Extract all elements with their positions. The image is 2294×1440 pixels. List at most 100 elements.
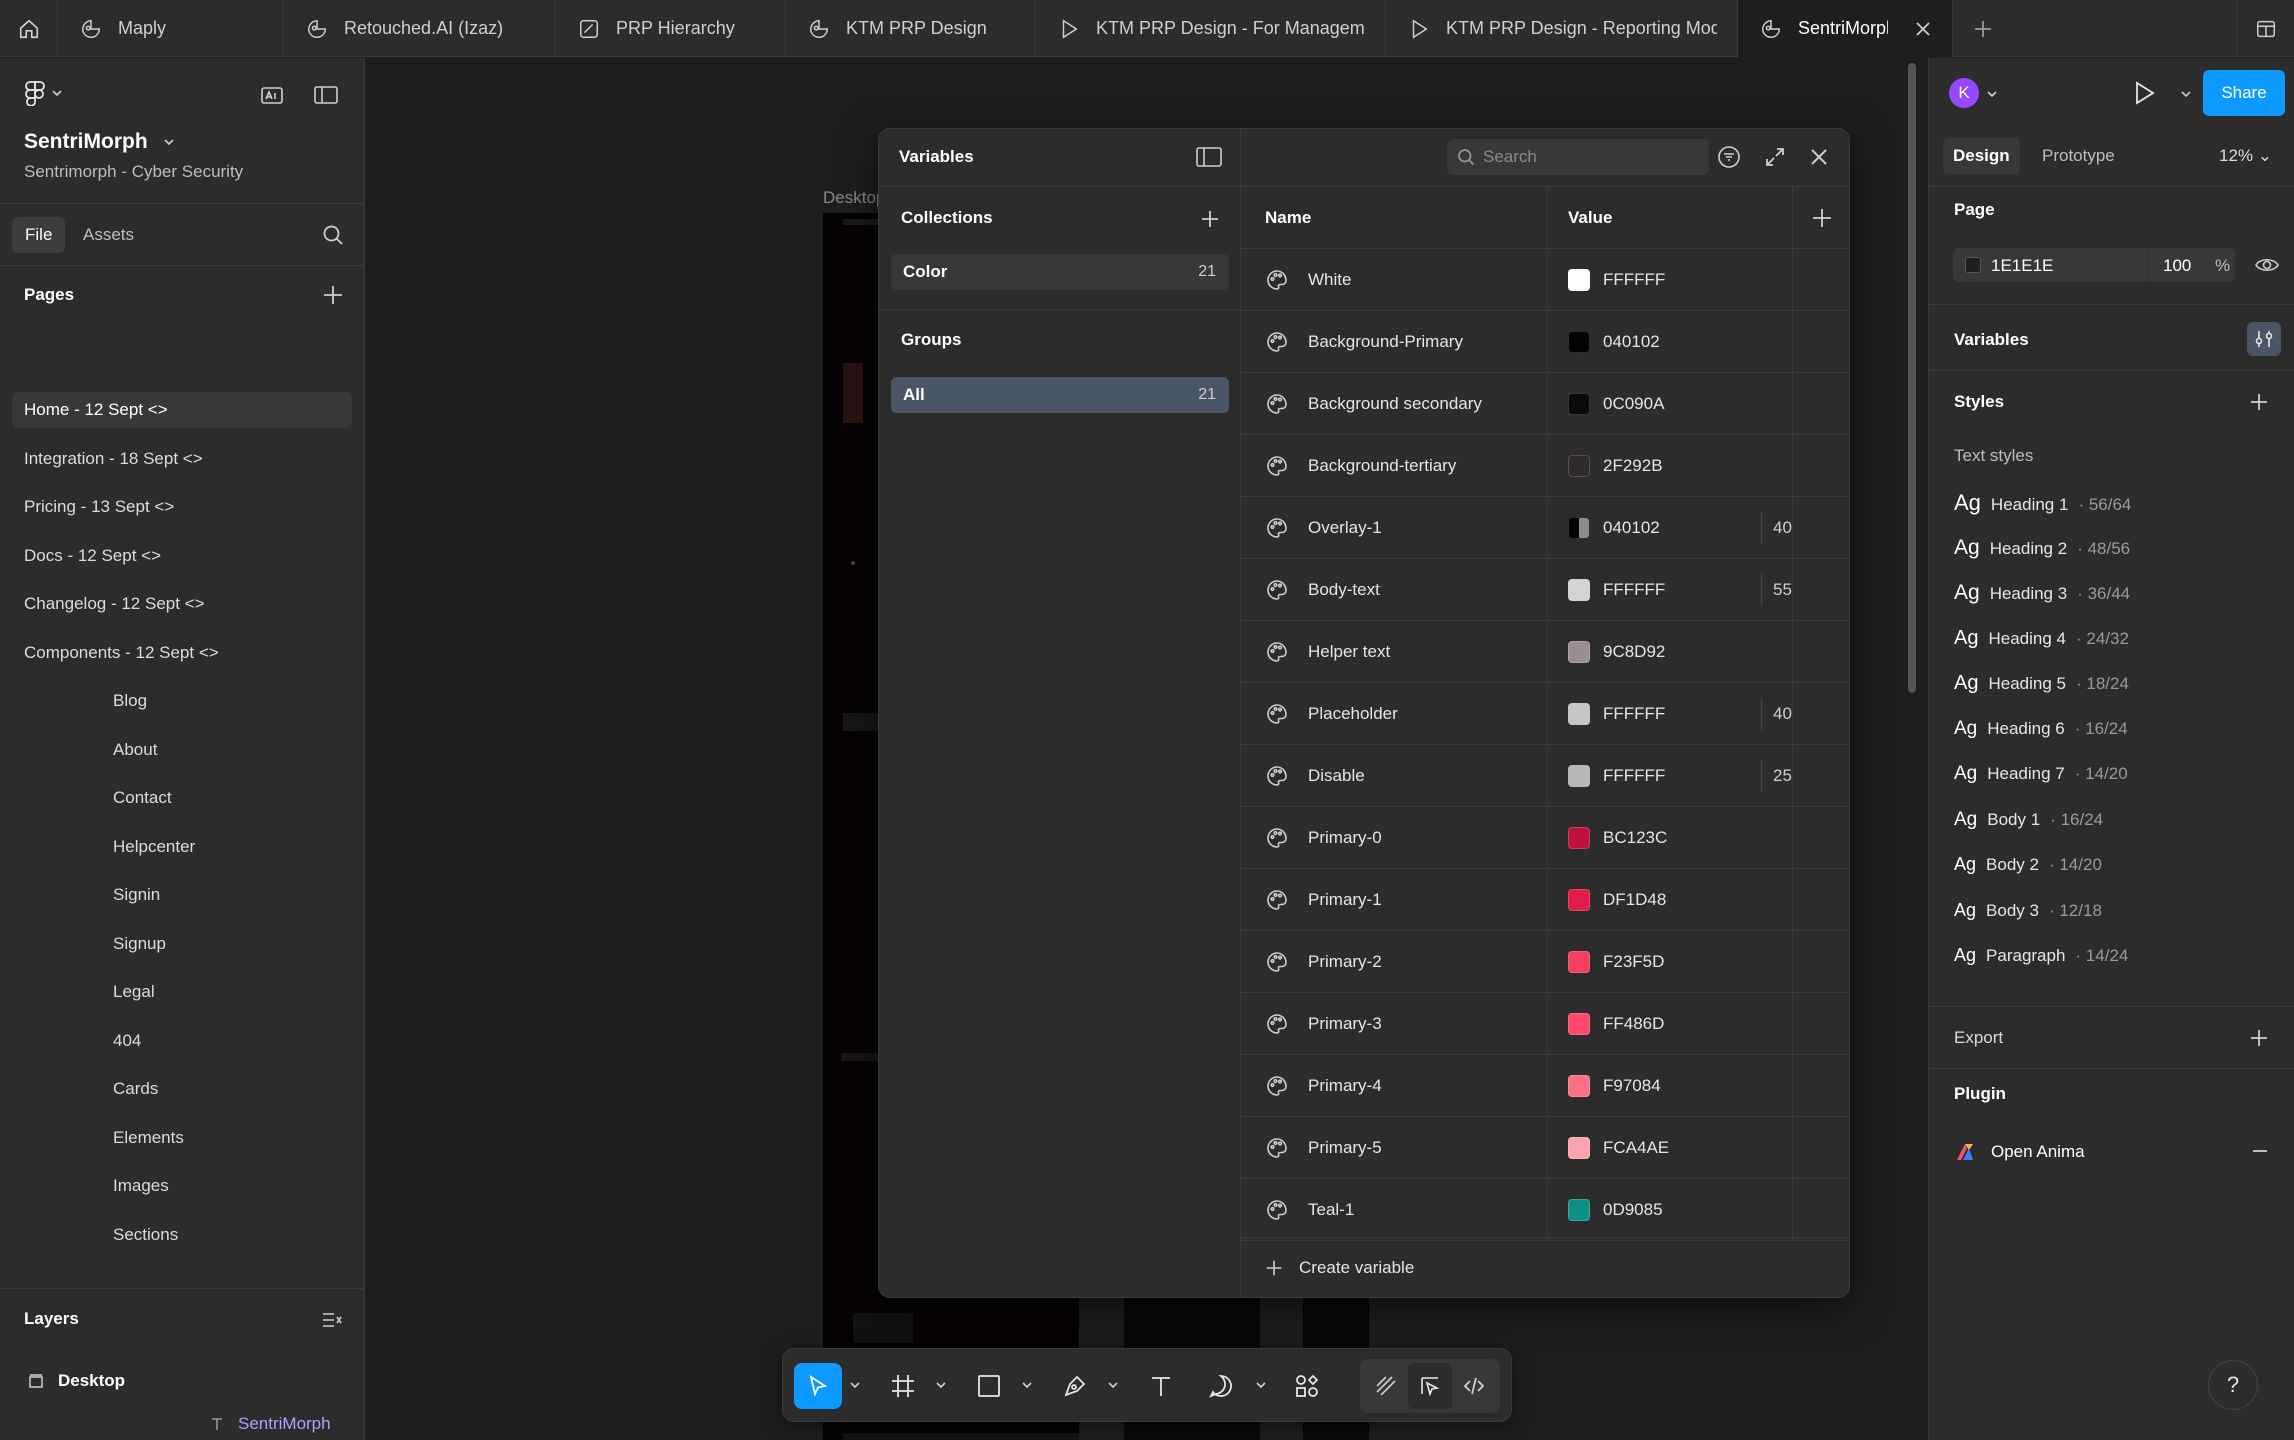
page-color-swatch[interactable]	[1965, 257, 1981, 273]
page-item[interactable]: Signin	[12, 877, 352, 913]
variable-row[interactable]: Primary-2 F23F5D	[1241, 931, 1849, 993]
text-style-item[interactable]: Ag Heading 6 · 16/24	[1954, 718, 2128, 740]
variable-row[interactable]: Helper text 9C8D92	[1241, 621, 1849, 683]
variable-name[interactable]: Background secondary	[1308, 394, 1482, 414]
color-swatch[interactable]	[1568, 393, 1590, 415]
variable-opacity[interactable]: 25	[1773, 766, 1792, 786]
variable-row[interactable]: Primary-0 BC123C	[1241, 807, 1849, 869]
variable-row[interactable]: Overlay-1 040102 40	[1241, 497, 1849, 559]
variable-row[interactable]: Primary-3 FF486D	[1241, 993, 1849, 1055]
variable-name[interactable]: Overlay-1	[1308, 518, 1382, 538]
new-tab-button[interactable]	[1953, 0, 2013, 57]
page-item[interactable]: 404	[12, 1023, 352, 1059]
tab-ktm-prp-design[interactable]: KTM PRP Design	[786, 0, 1036, 57]
variable-row[interactable]: White FFFFFF	[1241, 249, 1849, 311]
page-item[interactable]: Docs - 12 Sept <>	[12, 538, 352, 574]
page-item[interactable]: Changelog - 12 Sept <>	[12, 586, 352, 622]
variables-search[interactable]	[1447, 139, 1709, 175]
close-icon[interactable]	[1807, 145, 1831, 169]
text-style-item[interactable]: Ag Heading 4 · 24/32	[1954, 627, 2129, 650]
library-button[interactable]	[2236, 0, 2294, 57]
tab-prp-hierarchy[interactable]: PRP Hierarchy	[556, 0, 786, 57]
color-swatch[interactable]	[1568, 827, 1590, 849]
column-name[interactable]: Name	[1265, 208, 1311, 228]
color-swatch[interactable]	[1568, 703, 1590, 725]
dev-mode[interactable]	[1452, 1363, 1496, 1409]
variable-value[interactable]: 2F292B	[1603, 456, 1663, 476]
page-item[interactable]: Cards	[12, 1071, 352, 1107]
color-swatch[interactable]	[1568, 765, 1590, 787]
column-value[interactable]: Value	[1568, 208, 1612, 228]
canvas-scrollbar[interactable]	[1908, 63, 1916, 693]
tab-assets[interactable]: Assets	[70, 217, 147, 253]
variable-row[interactable]: Placeholder FFFFFF 40	[1241, 683, 1849, 745]
expand-icon[interactable]	[1763, 145, 1787, 169]
tab-design[interactable]: Design	[1943, 138, 2020, 174]
variable-value[interactable]: FFFFFF	[1603, 580, 1665, 600]
close-tab-icon[interactable]	[1914, 20, 1932, 38]
chevron-down-icon[interactable]	[850, 1381, 860, 1389]
page-item[interactable]: Elements	[12, 1120, 352, 1156]
variable-row[interactable]: Background-tertiary 2F292B	[1241, 435, 1849, 497]
plugin-open-anima[interactable]: Open Anima	[1953, 1140, 2085, 1164]
page-background-field[interactable]: 1E1E1E 100 %	[1953, 248, 2235, 282]
frame-label[interactable]: Desktop	[823, 188, 885, 208]
color-swatch[interactable]	[1568, 269, 1590, 291]
frame-tool[interactable]	[883, 1363, 923, 1409]
variable-opacity[interactable]: 40	[1773, 704, 1792, 724]
layer-text[interactable]: SentriMorph	[210, 1414, 331, 1434]
variable-name[interactable]: Primary-3	[1308, 1014, 1382, 1034]
variable-value[interactable]: FCA4AE	[1603, 1138, 1669, 1158]
add-page-icon[interactable]	[322, 284, 344, 306]
text-style-item[interactable]: Ag Body 1 · 16/24	[1954, 809, 2103, 831]
variable-value[interactable]: DF1D48	[1603, 890, 1666, 910]
variable-name[interactable]: Disable	[1308, 766, 1365, 786]
color-swatch[interactable]	[1568, 1013, 1590, 1035]
chevron-down-icon[interactable]	[2181, 90, 2191, 98]
chevron-down-icon[interactable]	[936, 1381, 946, 1389]
text-ai-icon[interactable]	[259, 82, 285, 108]
variable-value[interactable]: FFFFFF	[1603, 704, 1665, 724]
text-style-item[interactable]: Ag Heading 7 · 14/20	[1954, 763, 2128, 785]
design-mode[interactable]	[1408, 1363, 1452, 1409]
variable-opacity[interactable]: 40	[1773, 518, 1792, 538]
variable-value[interactable]: 9C8D92	[1603, 642, 1665, 662]
pen-tool[interactable]	[1055, 1363, 1095, 1409]
chevron-down-icon[interactable]	[1987, 90, 1997, 98]
actions-tool[interactable]	[1287, 1363, 1327, 1409]
variable-name[interactable]: Background-Primary	[1308, 332, 1463, 352]
variable-name[interactable]: Primary-0	[1308, 828, 1382, 848]
group-all[interactable]: All 21	[891, 377, 1229, 413]
page-item[interactable]: Helpcenter	[12, 829, 352, 865]
variable-name[interactable]: Helper text	[1308, 642, 1390, 662]
variable-value[interactable]: FFFFFF	[1603, 270, 1665, 290]
create-variable-button[interactable]: Create variable	[1241, 1237, 1849, 1297]
page-color-hex[interactable]: 1E1E1E	[1991, 256, 2053, 276]
add-style-icon[interactable]	[2249, 392, 2269, 412]
page-item[interactable]: About	[12, 732, 352, 768]
add-mode-icon[interactable]	[1811, 207, 1833, 229]
zoom-level[interactable]: 12% ⌄	[2219, 146, 2272, 166]
variable-row[interactable]: Body-text FFFFFF 55	[1241, 559, 1849, 621]
color-swatch[interactable]	[1568, 579, 1590, 601]
open-variables-button[interactable]	[2247, 322, 2281, 356]
share-button[interactable]: Share	[2203, 70, 2285, 116]
page-item[interactable]: Legal	[12, 974, 352, 1010]
text-tool[interactable]	[1141, 1363, 1181, 1409]
tab-retouched-ai-izaz[interactable]: Retouched.AI (Izaz)	[284, 0, 556, 57]
variable-value[interactable]: FF486D	[1603, 1014, 1664, 1034]
search-input[interactable]	[1483, 147, 1693, 167]
variable-name[interactable]: Teal-1	[1308, 1200, 1354, 1220]
variable-row[interactable]: Primary-1 DF1D48	[1241, 869, 1849, 931]
page-item[interactable]: Components - 12 Sept <>	[12, 635, 352, 671]
tab-ktm-prp-design-reporting-modu[interactable]: KTM PRP Design - Reporting Modu	[1386, 0, 1738, 57]
eye-icon[interactable]	[2255, 255, 2279, 275]
variable-value[interactable]: 0D9085	[1603, 1200, 1663, 1220]
color-swatch[interactable]	[1568, 889, 1590, 911]
tab-file[interactable]: File	[12, 217, 66, 253]
variable-name[interactable]: Body-text	[1308, 580, 1380, 600]
variable-value[interactable]: 040102	[1603, 518, 1660, 538]
comment-tool[interactable]	[1201, 1363, 1241, 1409]
tab-maply[interactable]: Maply	[58, 0, 284, 57]
toggle-sidebar-icon[interactable]	[1196, 146, 1222, 168]
